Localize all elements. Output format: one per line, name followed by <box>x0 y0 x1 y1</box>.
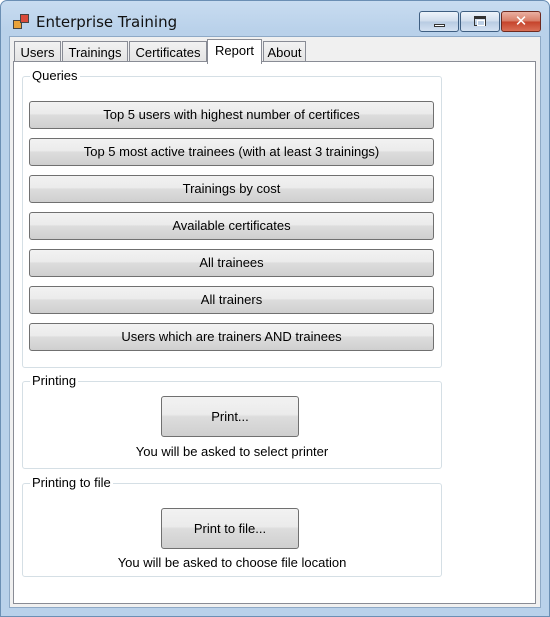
minimize-button[interactable] <box>419 11 459 32</box>
queries-group-label: Queries <box>30 68 80 83</box>
print-to-file-group: Printing to file Print to file... You wi… <box>22 475 442 577</box>
report-tab-page: Queries Top 5 users with highest number … <box>13 61 536 604</box>
top-users-certificates-button[interactable]: Top 5 users with highest number of certi… <box>29 101 434 129</box>
queries-group: Queries Top 5 users with highest number … <box>22 68 442 368</box>
tab-report[interactable]: Report <box>207 39 262 64</box>
close-icon: ✕ <box>514 12 528 30</box>
printing-group-label: Printing <box>30 373 79 388</box>
app-icon <box>13 14 29 29</box>
top-active-trainees-button[interactable]: Top 5 most active trainees (with at leas… <box>29 138 434 166</box>
all-trainers-button[interactable]: All trainers <box>29 286 434 314</box>
available-certificates-button[interactable]: Available certificates <box>29 212 434 240</box>
trainings-by-cost-button[interactable]: Trainings by cost <box>29 175 434 203</box>
print-to-file-hint: You will be asked to choose file locatio… <box>117 555 347 570</box>
tab-trainings[interactable]: Trainings <box>62 41 128 63</box>
maximize-button[interactable] <box>460 11 500 32</box>
all-trainees-button[interactable]: All trainees <box>29 249 434 277</box>
print-button[interactable]: Print... <box>161 396 299 437</box>
minimize-icon <box>434 24 445 27</box>
tab-certificates[interactable]: Certificates <box>129 41 207 63</box>
title-bar[interactable]: Enterprise Training ✕ <box>1 1 549 35</box>
print-to-file-group-label: Printing to file <box>30 475 113 490</box>
window-title: Enterprise Training <box>36 13 178 31</box>
print-to-file-button[interactable]: Print to file... <box>161 508 299 549</box>
close-button[interactable]: ✕ <box>501 11 541 32</box>
printing-group: Printing Print... You will be asked to s… <box>22 373 442 469</box>
print-hint: You will be asked to select printer <box>135 444 329 459</box>
trainers-and-trainees-button[interactable]: Users which are trainers AND trainees <box>29 323 434 351</box>
maximize-icon <box>474 16 486 26</box>
tab-users[interactable]: Users <box>14 41 61 63</box>
tab-about[interactable]: About <box>263 41 306 63</box>
app-window: Enterprise Training ✕ Users Trainings Ce… <box>0 0 550 617</box>
client-area: Users Trainings Certificates Report Abou… <box>9 36 541 608</box>
